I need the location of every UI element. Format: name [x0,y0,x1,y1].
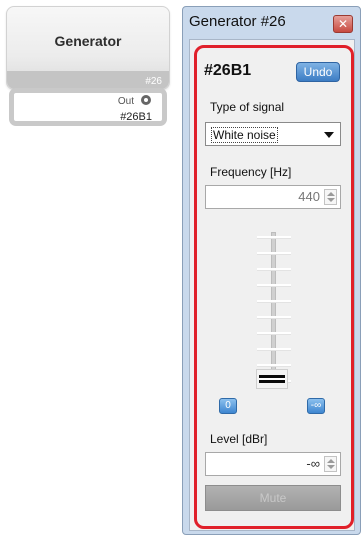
generator-block-title: Generator [54,33,122,49]
signal-type-value: White noise [211,127,278,143]
channel-code: #26B1 [204,62,252,79]
stepper-up-icon[interactable] [327,459,335,463]
slider-tick [257,284,291,287]
slider-tick [257,268,291,271]
slider-tick [257,236,291,239]
undo-button[interactable]: Undo [296,62,340,82]
slider-tick [257,332,291,335]
slider-tick [257,316,291,319]
min-level-button[interactable]: -∞ [307,398,325,414]
slider-grip-line [259,378,285,380]
signal-type-select[interactable]: White noise [205,122,341,146]
frequency-value: 440 [298,189,320,204]
level-value: -∞ [306,456,320,471]
signal-type-label: Type of signal [210,100,285,114]
window-title: Generator #26 [189,13,286,30]
mute-button[interactable]: Mute [205,485,341,511]
output-port-box: Out #26B1 [9,88,167,126]
generator-block[interactable]: Generator #26 [6,6,170,90]
zero-level-button[interactable]: 0 [219,398,237,414]
level-label: Level [dBr] [210,432,268,446]
generator-block-id: #26 [145,76,162,87]
close-icon[interactable]: ✕ [333,15,353,33]
level-input[interactable]: -∞ [205,452,341,476]
stepper-down-icon[interactable] [327,465,335,469]
port-name: #26B1 [120,111,152,123]
chevron-down-icon [324,132,334,138]
frequency-input[interactable]: 440 [205,185,341,209]
output-port-icon[interactable] [141,95,151,105]
slider-tick [257,252,291,255]
level-stepper[interactable] [324,456,337,472]
slider-thumb[interactable] [256,369,288,389]
stepper-down-icon[interactable] [327,198,335,202]
slider-tick [257,348,291,351]
stepper-up-icon[interactable] [327,192,335,196]
frequency-label: Frequency [Hz] [210,165,292,179]
generator-block-footer: #26 [7,71,169,89]
port-out-label: Out [117,96,134,107]
slider-tick [257,364,291,367]
frequency-stepper[interactable] [324,189,337,205]
slider-tick [257,300,291,303]
